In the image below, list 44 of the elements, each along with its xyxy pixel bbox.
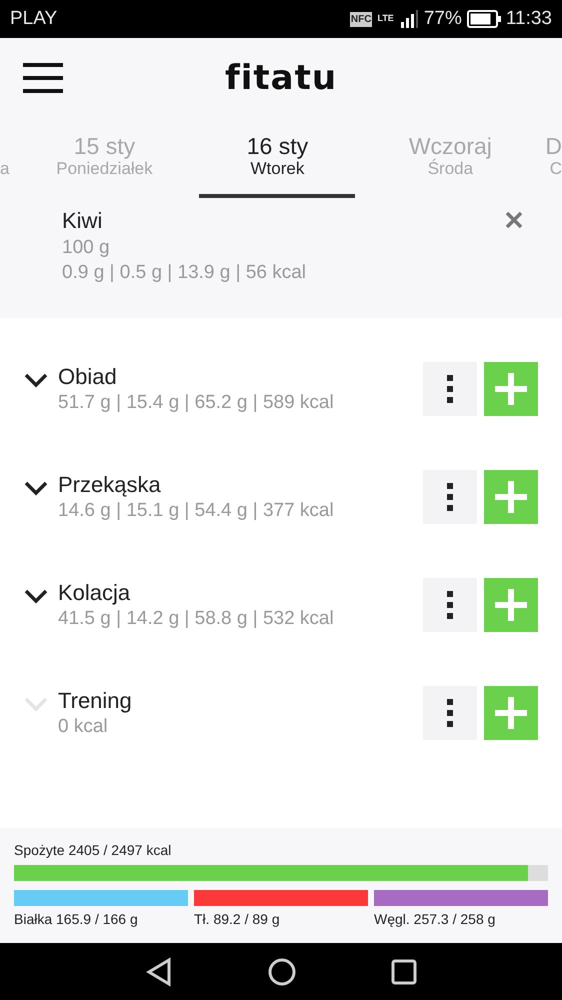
macro-label: Węgl. 257.3 / 258 g <box>374 911 496 927</box>
recents-icon[interactable] <box>391 958 417 984</box>
meal-name: Przekąska <box>58 472 162 498</box>
close-icon[interactable] <box>504 210 524 230</box>
meal-name: Obiad <box>58 364 118 390</box>
chevron-down-icon[interactable] <box>24 372 48 388</box>
chevron-down-icon[interactable] <box>24 480 48 496</box>
nfc-indicator: NFC <box>350 12 372 26</box>
meal-summary: 51.7 g | 15.4 g | 65.2 g | 589 kcal <box>58 392 335 414</box>
clock: 11:33 <box>506 8 552 30</box>
signal-icon <box>398 10 419 28</box>
day-tab[interactable]: a <box>0 159 10 179</box>
more-vertical-icon[interactable] <box>447 591 453 619</box>
meal-summary: 0 kcal <box>58 716 109 738</box>
food-nutrients: 0.9 g | 0.5 g | 13.9 g | 56 kcal <box>62 262 306 284</box>
battery-percent: 77% <box>424 8 462 30</box>
day-tab[interactable]: Wczoraj Środa <box>372 118 528 198</box>
more-vertical-icon[interactable] <box>447 699 453 727</box>
meal-summary: 14.6 g | 15.1 g | 54.4 g | 377 kcal <box>58 500 335 522</box>
meal-summary: 41.5 g | 14.2 g | 58.8 g | 532 kcal <box>58 608 335 630</box>
day-tab[interactable]: 16 sty Wtorek <box>199 118 356 198</box>
more-vertical-icon[interactable] <box>447 375 453 403</box>
meal-name: Trening <box>58 688 133 714</box>
more-button[interactable] <box>423 686 477 740</box>
more-button[interactable] <box>423 470 477 524</box>
more-vertical-icon[interactable] <box>447 483 453 511</box>
battery-icon <box>466 10 501 28</box>
food-amount: 100 g <box>62 237 111 259</box>
calories-label: Spożyte 2405 / 2497 kcal <box>14 842 172 858</box>
back-icon[interactable] <box>145 956 173 986</box>
meal-name: Kolacja <box>58 580 132 606</box>
day-tab[interactable]: 15 sty Poniedziałek <box>26 118 182 198</box>
macro-label: Tł. 89.2 / 89 g <box>194 911 281 927</box>
chevron-down-icon[interactable] <box>24 588 48 604</box>
more-button[interactable] <box>423 578 477 632</box>
network-type: LTE <box>377 13 394 23</box>
menu-icon[interactable] <box>23 62 63 94</box>
macro-label: Białka 165.9 / 166 g <box>14 911 139 927</box>
home-icon[interactable] <box>268 958 296 986</box>
app-logo: fitatu <box>224 58 338 98</box>
carrier-name: PLAY <box>10 8 58 30</box>
day-tab[interactable]: D C <box>545 118 562 198</box>
food-name: Kiwi <box>62 208 104 234</box>
more-button[interactable] <box>423 362 477 416</box>
